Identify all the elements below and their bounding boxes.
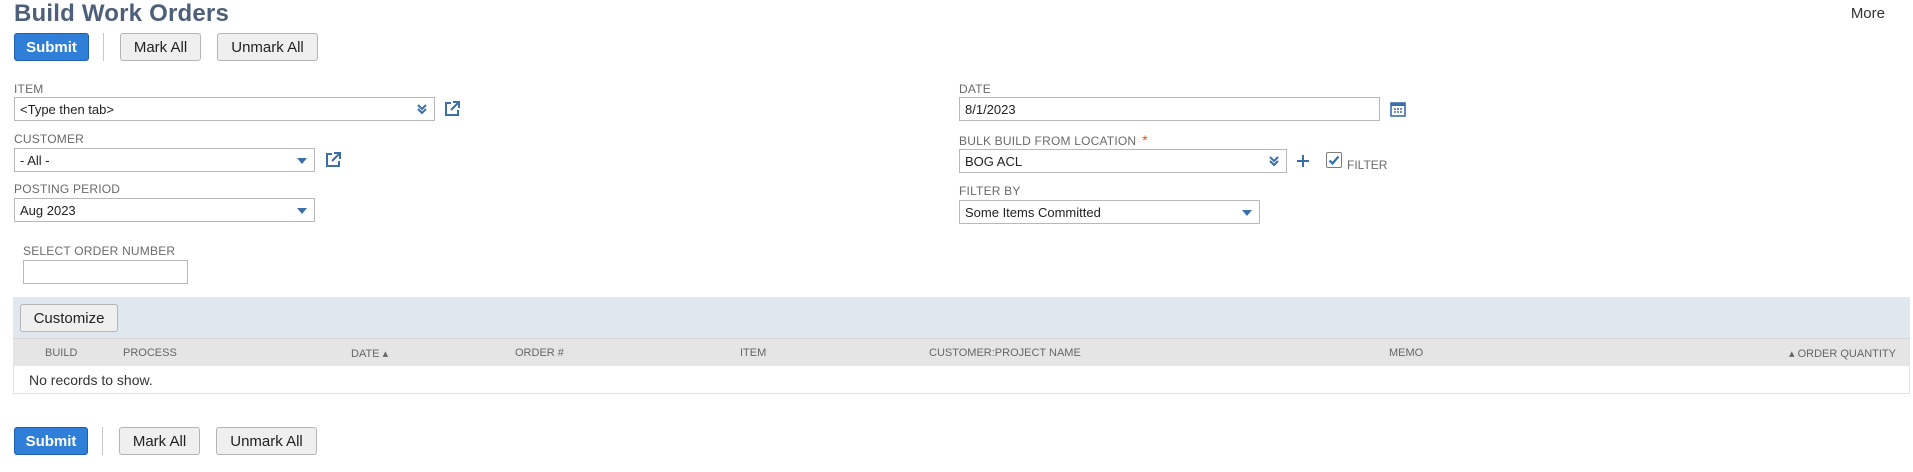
customer-value: - All - [20, 152, 50, 168]
toolbar-divider [102, 427, 103, 455]
grid-header: BUILD PROCESS DATE ▴ ORDER # ITEM CUSTOM… [13, 338, 1910, 366]
bulk-build-location-value: BOG ACL [965, 153, 1023, 169]
empty-message: No records to show. [29, 372, 153, 388]
item-value: <Type then tab> [20, 101, 114, 117]
date-label: DATE [959, 82, 991, 96]
customer-select[interactable]: - All - [14, 148, 315, 172]
chevron-down-icon [297, 158, 307, 164]
item-field[interactable]: <Type then tab> [14, 97, 435, 121]
customer-label: CUSTOMER [14, 132, 85, 146]
filter-by-select[interactable]: Some Items Committed [959, 200, 1260, 224]
filter-by-value: Some Items Committed [965, 204, 1101, 220]
select-order-number-label: SELECT ORDER NUMBER [23, 244, 176, 258]
bulk-build-location-field[interactable]: BOG ACL [959, 149, 1287, 173]
select-order-number-input[interactable] [23, 260, 188, 284]
column-header-customer-project-name[interactable]: CUSTOMER:PROJECT NAME [929, 347, 1081, 359]
column-header-item[interactable]: ITEM [740, 347, 766, 359]
unmark-all-button-top[interactable]: Unmark All [217, 33, 318, 61]
submit-button-bottom[interactable]: Submit [14, 427, 88, 455]
plus-icon[interactable] [1294, 152, 1312, 170]
more-menu[interactable]: More [1851, 5, 1885, 22]
posting-period-value: Aug 2023 [20, 202, 76, 218]
required-star: * [1142, 132, 1148, 148]
filter-by-label: FILTER BY [959, 184, 1021, 198]
posting-period-select[interactable]: Aug 2023 [14, 198, 315, 222]
mark-all-button-top[interactable]: Mark All [120, 33, 201, 61]
column-header-process[interactable]: PROCESS [123, 347, 177, 359]
item-label: ITEM [14, 82, 44, 96]
double-chevron-down-icon[interactable] [415, 102, 429, 116]
unmark-all-button-bottom[interactable]: Unmark All [216, 427, 317, 455]
toolbar-divider [103, 33, 104, 61]
column-header-build[interactable]: BUILD [45, 347, 77, 359]
column-header-order-quantity[interactable]: ▴ ORDER QUANTITY [1789, 347, 1896, 360]
customize-button[interactable]: Customize [20, 304, 118, 332]
column-header-memo[interactable]: MEMO [1389, 347, 1423, 359]
filter-checkbox-label: FILTER [1347, 158, 1388, 172]
column-header-order-number[interactable]: ORDER # [515, 347, 564, 359]
date-value: 8/1/2023 [965, 101, 1016, 117]
chevron-down-icon [1242, 210, 1252, 216]
date-input[interactable]: 8/1/2023 [959, 97, 1380, 121]
open-link-icon[interactable] [442, 99, 462, 119]
bulk-build-location-label: BULK BUILD FROM LOCATION * [959, 132, 1148, 148]
open-link-icon[interactable] [323, 150, 343, 170]
column-header-date[interactable]: DATE ▴ [351, 347, 388, 360]
filter-checkbox[interactable] [1326, 152, 1342, 168]
mark-all-button-bottom[interactable]: Mark All [119, 427, 200, 455]
posting-period-label: POSTING PERIOD [14, 182, 121, 196]
calendar-icon[interactable] [1388, 99, 1408, 119]
submit-button-top[interactable]: Submit [14, 33, 89, 61]
grid-body: No records to show. [13, 366, 1910, 394]
double-chevron-down-icon[interactable] [1267, 154, 1281, 168]
bulk-build-location-label-text: BULK BUILD FROM LOCATION [959, 134, 1137, 148]
page-title: Build Work Orders [14, 0, 229, 27]
chevron-down-icon [297, 208, 307, 214]
checkmark-icon [1328, 155, 1340, 166]
